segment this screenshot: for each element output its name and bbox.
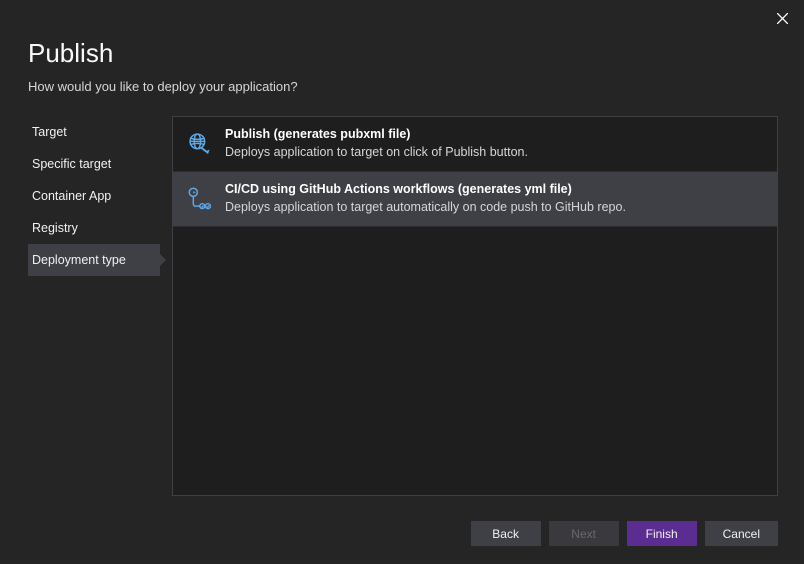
step-label: Specific target [32,157,111,171]
option-publish-pubxml[interactable]: Publish (generates pubxml file) Deploys … [173,117,777,172]
close-button[interactable] [774,10,790,26]
step-specific-target[interactable]: Specific target [28,148,160,180]
step-label: Container App [32,189,111,203]
option-title: Publish (generates pubxml file) [225,127,763,141]
cicd-workflow-icon [185,184,213,212]
step-container-app[interactable]: Container App [28,180,160,212]
option-description: Deploys application to target on click o… [225,145,763,159]
option-description: Deploys application to target automatica… [225,200,763,214]
step-label: Deployment type [32,253,126,267]
close-icon [777,13,788,24]
cancel-button[interactable]: Cancel [705,521,778,546]
finish-button[interactable]: Finish [627,521,697,546]
back-button[interactable]: Back [471,521,541,546]
steps-nav: Target Specific target Container App Reg… [28,116,160,496]
page-subtitle: How would you like to deploy your applic… [28,79,776,94]
page-title: Publish [28,38,776,69]
step-label: Registry [32,221,78,235]
step-target[interactable]: Target [28,116,160,148]
publish-globe-icon [185,129,213,157]
step-deployment-type[interactable]: Deployment type [28,244,160,276]
next-button: Next [549,521,619,546]
step-registry[interactable]: Registry [28,212,160,244]
step-label: Target [32,125,67,139]
option-cicd-github[interactable]: CI/CD using GitHub Actions workflows (ge… [173,172,777,227]
option-title: CI/CD using GitHub Actions workflows (ge… [225,182,763,196]
options-panel: Publish (generates pubxml file) Deploys … [172,116,778,496]
